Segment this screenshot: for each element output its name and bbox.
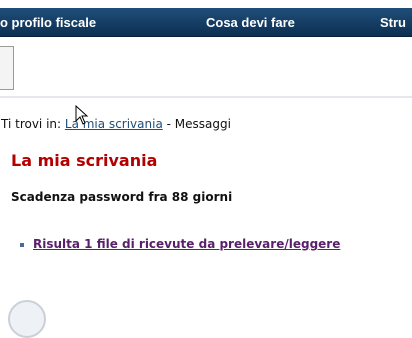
password-expiry-notice: Scadenza password fra 88 giorni bbox=[11, 190, 233, 204]
breadcrumb-prefix: Ti trovi in: bbox=[1, 117, 62, 131]
mouse-cursor-icon bbox=[75, 105, 89, 125]
round-icon bbox=[8, 300, 46, 338]
message-list-item: Risulta 1 file di ricevute da prelevare/… bbox=[20, 233, 340, 252]
bullet-icon bbox=[20, 242, 24, 247]
nav-item-profilo-fiscale[interactable]: o profilo fiscale bbox=[0, 15, 96, 30]
nav-item-strumenti[interactable]: Stru bbox=[380, 15, 406, 30]
partial-button[interactable] bbox=[0, 46, 14, 90]
nav-item-cosa-devi-fare[interactable]: Cosa devi fare bbox=[206, 15, 295, 30]
breadcrumb-separator: - bbox=[162, 117, 175, 131]
divider bbox=[0, 96, 412, 98]
breadcrumb: Ti trovi in: La mia scrivania - Messaggi bbox=[1, 117, 231, 131]
page-title: La mia scrivania bbox=[11, 151, 158, 170]
breadcrumb-current: Messaggi bbox=[174, 117, 231, 131]
message-link[interactable]: Risulta 1 file di ricevute da prelevare/… bbox=[33, 237, 340, 251]
top-navigation-bar: o profilo fiscale Cosa devi fare Stru bbox=[0, 8, 412, 37]
